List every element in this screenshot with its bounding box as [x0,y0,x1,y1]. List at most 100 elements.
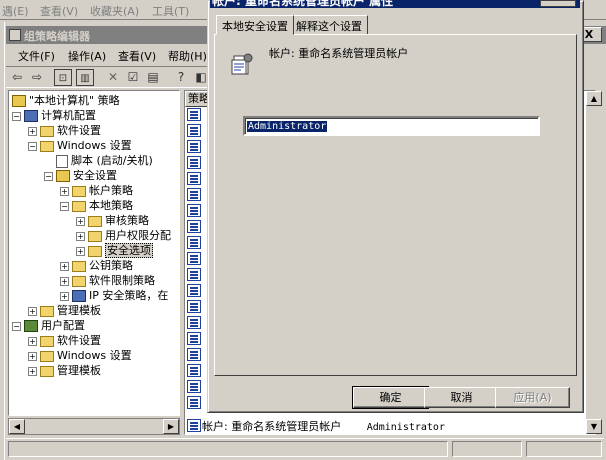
forward-arrow-icon[interactable]: ⇨ [28,69,46,86]
tree-pane[interactable]: "本地计算机" 策略 − 计算机配置 + 软件设置 − Windows 设置 脚本 (… [8,90,180,416]
expand-icon[interactable]: + [28,126,37,136]
tree-item-audit-policy[interactable]: + 审核策略 [76,213,149,228]
policy-row-icon[interactable] [187,156,201,169]
menu-edit[interactable]: 遇(E) [2,3,29,19]
back-arrow-icon[interactable]: ⇦ [8,69,26,86]
folder-open-icon [72,200,86,212]
computer-icon [24,110,38,122]
policy-row-icon[interactable] [187,204,201,217]
policy-row-icon[interactable] [187,364,201,377]
policy-row-icon[interactable] [187,396,201,409]
folder-icon [40,125,54,137]
menu-help[interactable]: 帮助(H) [168,48,207,64]
admin-name-value: Administrator [247,121,328,132]
policy-row-icon[interactable] [187,172,201,185]
policy-row-icon[interactable] [187,316,201,329]
expand-icon[interactable]: + [28,306,37,316]
expand-icon[interactable]: + [60,261,69,271]
tree-item-security-settings[interactable]: − 安全设置 [44,168,117,183]
menu-file[interactable]: 文件(F) [18,48,55,64]
tree-item-user-windows[interactable]: + Windows 设置 [28,348,132,363]
policy-row-icon[interactable] [187,108,201,121]
expand-icon[interactable]: + [28,351,37,361]
menu-view-mmc[interactable]: 查看(V) [118,48,156,64]
expand-icon[interactable]: + [60,186,69,196]
tree-item-software-settings[interactable]: + 软件设置 [28,123,101,138]
tree-item-computer-config[interactable]: − 计算机配置 [12,108,96,123]
menu-action[interactable]: 操作(A) [68,48,106,64]
tab-panel [214,34,577,376]
scroll-left-icon[interactable]: ◀ [9,419,25,434]
policy-row-icon[interactable] [187,300,201,313]
policy-row-icon[interactable] [187,236,201,249]
expand-icon[interactable]: + [28,336,37,346]
tree-item-scripts[interactable]: 脚本 (启动/关机) [56,153,153,168]
mmc-menubar: 文件(F) 操作(A) 查看(V) 帮助(H) [6,45,218,65]
scroll-down-icon[interactable]: ▼ [586,419,602,434]
menu-favorites[interactable]: 收藏夹(A) [90,3,139,19]
policy-row-icon[interactable] [187,419,201,432]
collapse-icon[interactable]: − [44,171,53,181]
tree-item-software-restriction[interactable]: + 软件限制策略 [60,273,155,288]
policy-row-icon[interactable] [187,252,201,265]
scroll-up-icon[interactable]: ▲ [586,91,602,106]
expand-icon[interactable]: + [76,246,85,256]
tree-item-admin-templates[interactable]: + 管理模板 [28,303,101,318]
folder-open-icon [40,140,54,152]
tree-item-public-key[interactable]: + 公钥策略 [60,258,133,273]
tab-explain[interactable]: 解释这个设置 [290,15,368,34]
policy-name-label: 帐户: 重命名系统管理员帐户 [269,47,409,60]
tree-item-windows-settings[interactable]: − Windows 设置 [28,138,132,153]
policy-row-icon[interactable] [187,268,201,281]
expand-icon[interactable]: + [60,276,69,286]
tree-item-local-policy[interactable]: − 本地策略 [60,198,133,213]
folder-icon [40,335,54,347]
tree-item-user-rights[interactable]: + 用户权限分配 [76,228,171,243]
policy-row-icon[interactable] [187,332,201,345]
tree-item-ip-security[interactable]: + IP 安全策略，在 [60,288,168,303]
tree-item-security-options[interactable]: + 安全选项 [76,243,153,258]
folder-icon [40,350,54,362]
expand-icon[interactable]: + [76,216,85,226]
expand-icon[interactable]: + [76,231,85,241]
cancel-button[interactable]: 取消 [424,387,499,408]
collapse-icon[interactable]: − [60,201,69,211]
tree-item-root[interactable]: "本地计算机" 策略 [12,93,120,108]
menu-tools[interactable]: 工具(T) [152,3,189,19]
list-item[interactable]: 帐户: 重命名系统管理员帐户 Administrator [202,419,467,434]
tree-item-account-policy[interactable]: + 帐户策略 [60,183,133,198]
show-tree-icon[interactable]: ▥ [76,69,94,86]
tree-item-user-software[interactable]: + 软件设置 [28,333,101,348]
tree-item-user-admin-templates[interactable]: + 管理模板 [28,363,101,378]
status-bar [6,438,604,458]
policy-row-icon[interactable] [187,220,201,233]
tab-local-security-setting[interactable]: 本地安全设置 [216,15,294,35]
folder-icon [88,245,102,257]
policy-row-icon[interactable] [187,348,201,361]
delete-icon[interactable]: ✕ [104,69,122,86]
policy-row-icon[interactable] [187,380,201,393]
help-icon[interactable]: ? [172,69,190,86]
menu-view[interactable]: 查看(V) [40,3,78,19]
tree-horizontal-scrollbar[interactable]: ◀ ▶ [8,418,180,435]
dialog-title-buttons[interactable] [540,0,576,7]
apply-button[interactable]: 应用(A) [495,387,570,408]
expand-icon[interactable]: + [60,291,69,301]
policy-row-icon[interactable] [187,284,201,297]
policy-row-icon[interactable] [187,124,201,137]
expand-icon[interactable]: + [28,366,37,376]
admin-name-input[interactable]: Administrator [243,116,540,136]
status-cell [526,441,602,457]
up-folder-icon[interactable]: ⊡ [54,69,72,86]
collapse-icon[interactable]: − [12,321,21,331]
tree-item-user-config[interactable]: − 用户配置 [12,318,85,333]
policy-row-icon[interactable] [187,188,201,201]
properties-icon[interactable]: ☑ [124,69,142,86]
policy-row-icon[interactable] [187,140,201,153]
collapse-icon[interactable]: − [12,111,21,121]
list-vertical-scrollbar[interactable]: ▲ ▼ [586,91,602,434]
collapse-icon[interactable]: − [28,141,37,151]
export-icon[interactable]: ▤ [144,69,162,86]
scroll-right-icon[interactable]: ▶ [163,419,179,434]
ok-button[interactable]: 确定 [352,386,429,409]
